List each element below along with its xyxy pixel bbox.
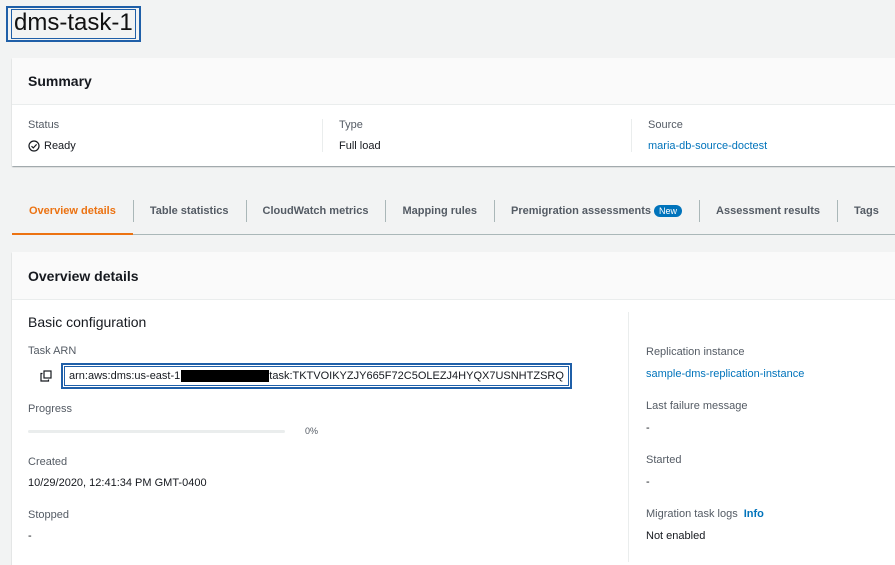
last-failure-label: Last failure message bbox=[646, 400, 748, 412]
type-label: Type bbox=[339, 119, 363, 131]
tab-label: Assessment results bbox=[716, 205, 820, 217]
summary-header: Summary bbox=[12, 58, 895, 105]
copy-icon[interactable] bbox=[40, 370, 52, 382]
info-link[interactable]: Info bbox=[744, 508, 764, 520]
stopped-value: - bbox=[28, 530, 32, 542]
tab-premigration-assessments[interactable]: Premigration assessments New bbox=[494, 188, 699, 234]
status-column: Status Ready bbox=[12, 119, 322, 152]
summary-card: Summary Status Ready Type Full load Sour… bbox=[12, 58, 895, 166]
migration-logs-label-text: Migration task logs bbox=[646, 508, 738, 520]
page-title: dms-task-1 bbox=[11, 9, 136, 39]
tab-tags[interactable]: Tags bbox=[837, 188, 895, 234]
status-text: Ready bbox=[44, 140, 76, 152]
basic-configuration-title: Basic configuration bbox=[28, 314, 147, 330]
type-value: Full load bbox=[339, 140, 381, 152]
source-label: Source bbox=[648, 119, 683, 131]
tab-mapping-rules[interactable]: Mapping rules bbox=[385, 188, 494, 234]
new-badge: New bbox=[654, 205, 683, 217]
overview-left-column: Basic configuration Task ARN arn:aws:dms… bbox=[12, 300, 628, 562]
status-value: Ready bbox=[28, 140, 322, 152]
task-arn-highlight: arn:aws:dms:us-east-1 task:TKTVOIKYZJY66… bbox=[61, 363, 572, 389]
started-field: Started - bbox=[646, 454, 895, 488]
tab-assessment-results[interactable]: Assessment results bbox=[699, 188, 837, 234]
check-circle-icon bbox=[28, 140, 40, 152]
detail-tabs: Overview details Table statistics CloudW… bbox=[12, 188, 895, 235]
tab-label: Mapping rules bbox=[402, 205, 478, 217]
source-link[interactable]: maria-db-source-doctest bbox=[648, 140, 895, 152]
task-arn-value[interactable]: arn:aws:dms:us-east-1 task:TKTVOIKYZJY66… bbox=[64, 366, 569, 386]
overview-card: Overview details Basic configuration Tas… bbox=[12, 252, 895, 565]
last-failure-value: - bbox=[646, 422, 650, 434]
stopped-label: Stopped bbox=[28, 509, 69, 521]
tab-cloudwatch-metrics[interactable]: CloudWatch metrics bbox=[245, 188, 386, 234]
replication-instance-link[interactable]: sample-dms-replication-instance bbox=[646, 368, 895, 380]
tab-label: Tags bbox=[854, 205, 879, 217]
source-column: Source maria-db-source-doctest bbox=[631, 119, 895, 152]
task-arn-label: Task ARN bbox=[28, 345, 77, 357]
last-failure-field: Last failure message - bbox=[646, 400, 895, 434]
created-value: 10/29/2020, 12:41:34 PM GMT-0400 bbox=[28, 477, 207, 489]
replication-instance-field: Replication instance sample-dms-replicat… bbox=[646, 346, 895, 380]
tab-overview-details[interactable]: Overview details bbox=[12, 188, 133, 235]
type-column: Type Full load bbox=[322, 119, 631, 152]
replication-instance-label: Replication instance bbox=[646, 346, 745, 358]
overview-header: Overview details bbox=[12, 252, 895, 300]
created-label: Created bbox=[28, 456, 68, 468]
status-label: Status bbox=[28, 119, 60, 131]
progress-label: Progress bbox=[28, 403, 73, 415]
tab-label: Premigration assessments bbox=[511, 205, 652, 217]
migration-logs-value: Not enabled bbox=[646, 530, 706, 542]
task-arn-prefix: arn:aws:dms:us-east-1 bbox=[69, 370, 181, 382]
progress-bar bbox=[28, 429, 285, 433]
stopped-field: Stopped - bbox=[28, 509, 628, 542]
progress-percent: 0% bbox=[305, 426, 319, 436]
tab-label: Overview details bbox=[29, 205, 116, 217]
started-value: - bbox=[646, 476, 650, 488]
task-arn-suffix: task:TKTVOIKYZJY665F72C5OLEZJ4HYQX7USNHT… bbox=[269, 370, 564, 382]
tab-table-statistics[interactable]: Table statistics bbox=[132, 188, 246, 234]
migration-logs-label: Migration task logs Info bbox=[646, 508, 895, 520]
page-title-highlight: dms-task-1 bbox=[6, 6, 141, 42]
tab-label: Table statistics bbox=[149, 205, 229, 217]
migration-logs-field: Migration task logs Info Not enabled bbox=[646, 508, 895, 542]
started-label: Started bbox=[646, 454, 682, 466]
created-field: Created 10/29/2020, 12:41:34 PM GMT-0400 bbox=[28, 456, 628, 489]
redacted-account-id bbox=[181, 370, 270, 382]
tab-label: CloudWatch metrics bbox=[262, 205, 369, 217]
overview-right-column: Replication instance sample-dms-replicat… bbox=[628, 312, 895, 562]
progress-field: Progress 0% bbox=[28, 403, 628, 436]
task-arn-field: Task ARN arn:aws:dms:us-east-1 task:TKTV… bbox=[28, 345, 628, 389]
